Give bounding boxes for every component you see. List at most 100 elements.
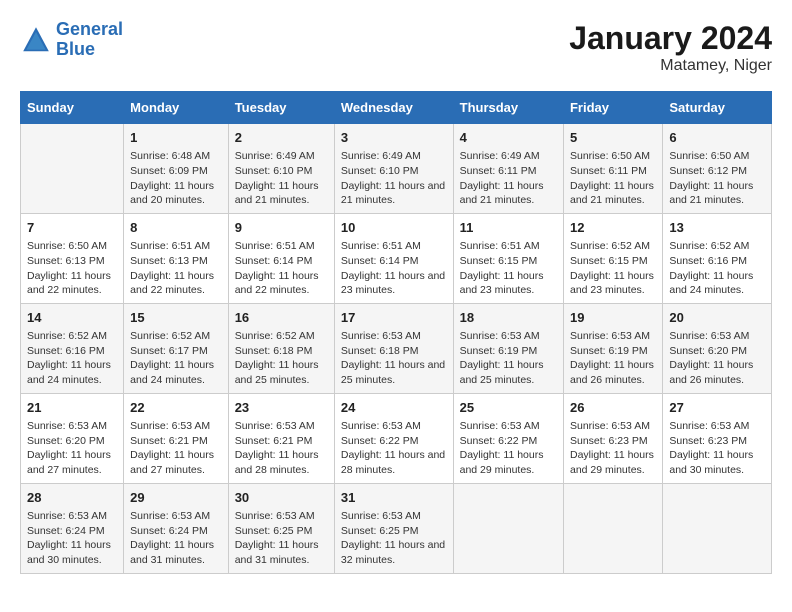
title-block: January 2024 Matamey, Niger [569, 20, 772, 75]
cell-details: Sunrise: 6:53 AMSunset: 6:25 PMDaylight:… [341, 509, 447, 568]
calendar-cell: 29Sunrise: 6:53 AMSunset: 6:24 PMDayligh… [124, 483, 229, 573]
calendar-cell: 11 Sunrise: 6:51 AMSunset: 6:15 PMDayligh… [453, 213, 563, 303]
cell-details: Sunrise: 6:50 AMSunset: 6:11 PMDaylight:… [570, 149, 656, 208]
calendar-cell: 4 Sunrise: 6:49 AMSunset: 6:11 PMDaylight… [453, 124, 563, 214]
day-number: 8 [130, 219, 222, 237]
day-number: 14 [27, 309, 117, 327]
cell-details: Sunrise: 6:49 AMSunset: 6:10 PMDaylight:… [235, 149, 328, 208]
cell-details: Sunrise: 6:49 AMSunset: 6:11 PMDaylight:… [460, 149, 557, 208]
calendar-cell: 28 Sunrise: 6:53 AMSunset: 6:24 PMDayligh… [21, 483, 124, 573]
cell-details: Sunrise: 6:49 AMSunset: 6:10 PMDaylight:… [341, 149, 447, 208]
day-number: 23 [235, 399, 328, 417]
calendar-cell: 12Sunrise: 6:52 AMSunset: 6:15 PMDayligh… [563, 213, 662, 303]
cell-details: Sunrise: 6:53 AMSunset: 6:22 PMDaylight:… [460, 419, 557, 478]
logo-icon [20, 24, 52, 56]
cell-details: Sunrise: 6:53 AMSunset: 6:23 PMDaylight:… [570, 419, 656, 478]
calendar-cell: 14 Sunrise: 6:52 AMSunset: 6:16 PMDayligh… [21, 303, 124, 393]
calendar-cell: 13 Sunrise: 6:52 AMSunset: 6:16 PMDayligh… [663, 213, 772, 303]
cell-details: Sunrise: 6:52 AMSunset: 6:16 PMDaylight:… [27, 329, 117, 388]
calendar-cell: 26 Sunrise: 6:53 AMSunset: 6:23 PMDayligh… [563, 393, 662, 483]
day-number: 30 [235, 489, 328, 507]
cell-details: Sunrise: 6:52 AMSunset: 6:15 PMDaylight:… [570, 239, 656, 298]
cell-details: Sunrise: 6:53 AMSunset: 6:20 PMDaylight:… [27, 419, 117, 478]
day-number: 10 [341, 219, 447, 237]
day-number: 18 [460, 309, 557, 327]
column-header-tuesday: Tuesday [228, 92, 334, 124]
column-header-monday: Monday [124, 92, 229, 124]
day-number: 5 [570, 129, 656, 147]
cell-details: Sunrise: 6:53 AMSunset: 6:19 PMDaylight:… [570, 329, 656, 388]
day-number: 26 [570, 399, 656, 417]
day-number: 17 [341, 309, 447, 327]
calendar-cell: 10Sunrise: 6:51 AMSunset: 6:14 PMDayligh… [334, 213, 453, 303]
calendar-cell: 6 Sunrise: 6:50 AMSunset: 6:12 PMDaylight… [663, 124, 772, 214]
calendar-table: SundayMondayTuesdayWednesdayThursdayFrid… [20, 91, 772, 574]
cell-details: Sunrise: 6:53 AMSunset: 6:23 PMDaylight:… [669, 419, 765, 478]
day-number: 28 [27, 489, 117, 507]
calendar-week-row: 14 Sunrise: 6:52 AMSunset: 6:16 PMDayligh… [21, 303, 772, 393]
logo-line1: General [56, 19, 123, 39]
calendar-cell: 27 Sunrise: 6:53 AMSunset: 6:23 PMDayligh… [663, 393, 772, 483]
cell-details: Sunrise: 6:53 AMSunset: 6:21 PMDaylight:… [130, 419, 222, 478]
cell-details: Sunrise: 6:53 AMSunset: 6:19 PMDaylight:… [460, 329, 557, 388]
cell-details: Sunrise: 6:48 AMSunset: 6:09 PMDaylight:… [130, 149, 222, 208]
day-number: 21 [27, 399, 117, 417]
cell-details: Sunrise: 6:53 AMSunset: 6:22 PMDaylight:… [341, 419, 447, 478]
cell-details: Sunrise: 6:51 AMSunset: 6:13 PMDaylight:… [130, 239, 222, 298]
day-number: 13 [669, 219, 765, 237]
calendar-cell: 2 Sunrise: 6:49 AMSunset: 6:10 PMDaylight… [228, 124, 334, 214]
day-number: 11 [460, 219, 557, 237]
calendar-cell [21, 124, 124, 214]
main-title: January 2024 [569, 20, 772, 57]
calendar-cell [453, 483, 563, 573]
calendar-week-row: 28 Sunrise: 6:53 AMSunset: 6:24 PMDayligh… [21, 483, 772, 573]
cell-details: Sunrise: 6:51 AMSunset: 6:15 PMDaylight:… [460, 239, 557, 298]
calendar-week-row: 21 Sunrise: 6:53 AMSunset: 6:20 PMDayligh… [21, 393, 772, 483]
column-header-thursday: Thursday [453, 92, 563, 124]
day-number: 9 [235, 219, 328, 237]
column-header-wednesday: Wednesday [334, 92, 453, 124]
calendar-cell: 22 Sunrise: 6:53 AMSunset: 6:21 PMDayligh… [124, 393, 229, 483]
day-number: 4 [460, 129, 557, 147]
calendar-cell: 20Sunrise: 6:53 AMSunset: 6:20 PMDayligh… [663, 303, 772, 393]
cell-details: Sunrise: 6:53 AMSunset: 6:24 PMDaylight:… [27, 509, 117, 568]
calendar-cell: 5 Sunrise: 6:50 AMSunset: 6:11 PMDaylight… [563, 124, 662, 214]
day-number: 27 [669, 399, 765, 417]
day-number: 25 [460, 399, 557, 417]
page-header: General Blue January 2024 Matamey, Niger [20, 20, 772, 75]
logo: General Blue [20, 20, 123, 60]
subtitle: Matamey, Niger [569, 57, 772, 75]
calendar-cell: 16Sunrise: 6:52 AMSunset: 6:18 PMDayligh… [228, 303, 334, 393]
calendar-cell: 15Sunrise: 6:52 AMSunset: 6:17 PMDayligh… [124, 303, 229, 393]
day-number: 24 [341, 399, 447, 417]
calendar-cell: 23 Sunrise: 6:53 AMSunset: 6:21 PMDayligh… [228, 393, 334, 483]
calendar-cell: 18 Sunrise: 6:53 AMSunset: 6:19 PMDayligh… [453, 303, 563, 393]
cell-details: Sunrise: 6:50 AMSunset: 6:12 PMDaylight:… [669, 149, 765, 208]
cell-details: Sunrise: 6:53 AMSunset: 6:25 PMDaylight:… [235, 509, 328, 568]
calendar-cell [663, 483, 772, 573]
calendar-cell: 19Sunrise: 6:53 AMSunset: 6:19 PMDayligh… [563, 303, 662, 393]
cell-details: Sunrise: 6:52 AMSunset: 6:16 PMDaylight:… [669, 239, 765, 298]
day-number: 29 [130, 489, 222, 507]
calendar-cell: 1Sunrise: 6:48 AMSunset: 6:09 PMDaylight… [124, 124, 229, 214]
day-number: 2 [235, 129, 328, 147]
calendar-week-row: 7Sunrise: 6:50 AMSunset: 6:13 PMDaylight… [21, 213, 772, 303]
calendar-week-row: 1Sunrise: 6:48 AMSunset: 6:09 PMDaylight… [21, 124, 772, 214]
calendar-cell: 24 Sunrise: 6:53 AMSunset: 6:22 PMDayligh… [334, 393, 453, 483]
cell-details: Sunrise: 6:53 AMSunset: 6:20 PMDaylight:… [669, 329, 765, 388]
day-number: 7 [27, 219, 117, 237]
cell-details: Sunrise: 6:53 AMSunset: 6:21 PMDaylight:… [235, 419, 328, 478]
calendar-cell: 17 Sunrise: 6:53 AMSunset: 6:18 PMDayligh… [334, 303, 453, 393]
day-number: 22 [130, 399, 222, 417]
calendar-header-row: SundayMondayTuesdayWednesdayThursdayFrid… [21, 92, 772, 124]
logo-line2: Blue [56, 39, 95, 59]
calendar-cell: 9 Sunrise: 6:51 AMSunset: 6:14 PMDaylight… [228, 213, 334, 303]
column-header-friday: Friday [563, 92, 662, 124]
column-header-saturday: Saturday [663, 92, 772, 124]
calendar-cell: 25 Sunrise: 6:53 AMSunset: 6:22 PMDayligh… [453, 393, 563, 483]
calendar-cell: 3Sunrise: 6:49 AMSunset: 6:10 PMDaylight… [334, 124, 453, 214]
day-number: 6 [669, 129, 765, 147]
cell-details: Sunrise: 6:52 AMSunset: 6:17 PMDaylight:… [130, 329, 222, 388]
cell-details: Sunrise: 6:51 AMSunset: 6:14 PMDaylight:… [235, 239, 328, 298]
cell-details: Sunrise: 6:53 AMSunset: 6:18 PMDaylight:… [341, 329, 447, 388]
